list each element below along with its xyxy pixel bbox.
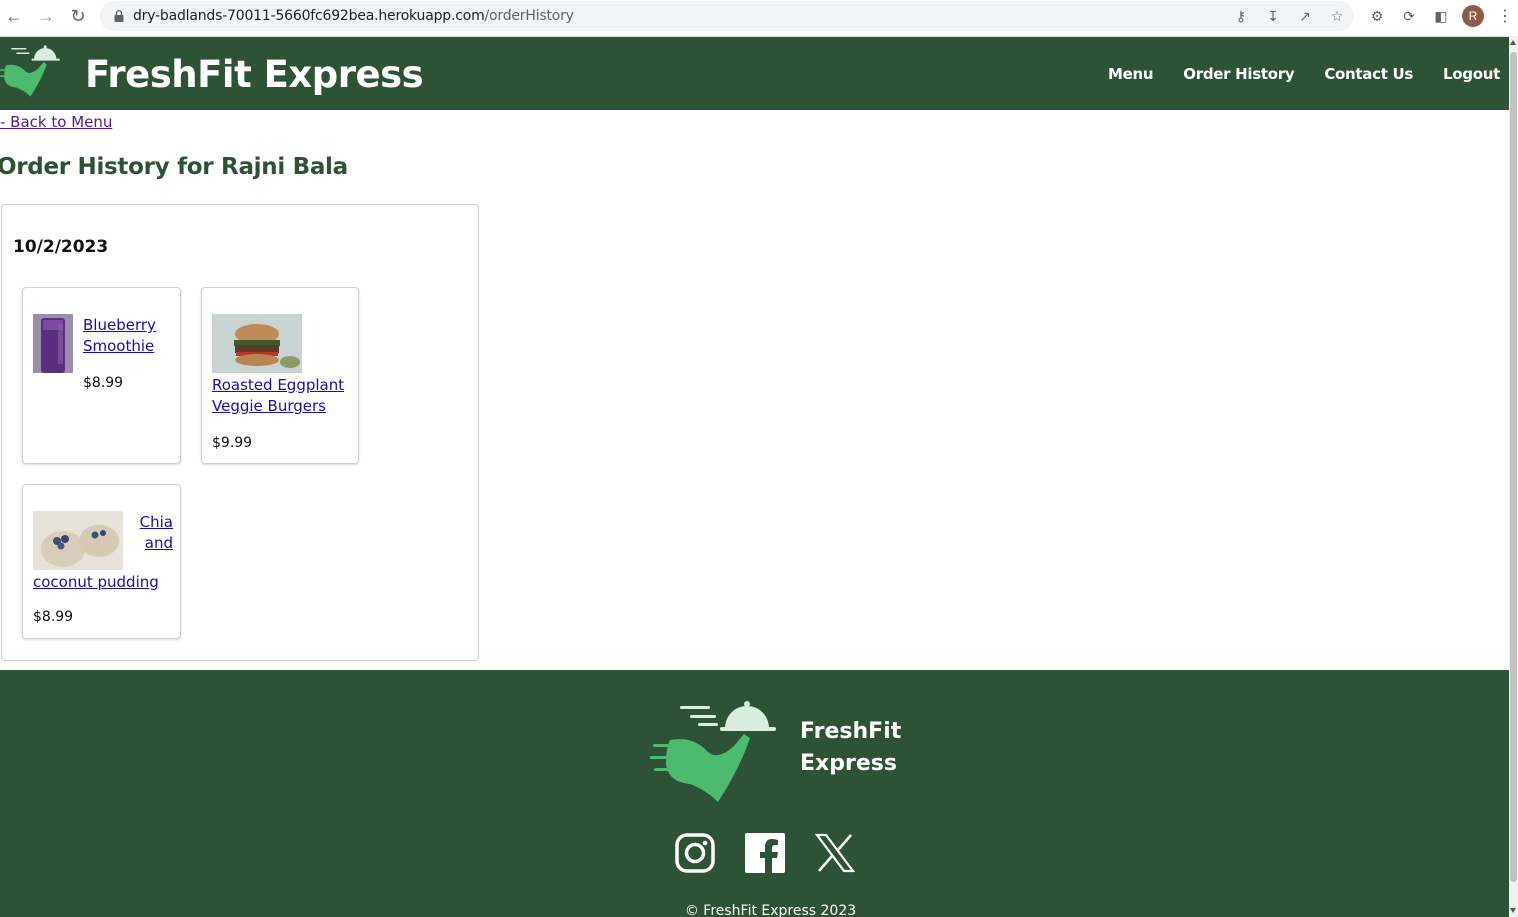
- footer-brand: FreshFit Express: [800, 719, 902, 776]
- item-price: $8.99: [83, 375, 124, 391]
- sidepanel-icon[interactable]: ◧: [1430, 5, 1452, 27]
- scrollbar[interactable]: [1509, 36, 1518, 917]
- main-nav: Menu Order History Contact Us Logout: [1108, 65, 1500, 83]
- nav-menu[interactable]: Menu: [1108, 65, 1154, 83]
- x-icon[interactable]: [814, 833, 856, 873]
- social-links: [675, 833, 856, 873]
- item-link-continued[interactable]: coconut pudding: [33, 572, 159, 593]
- item-link[interactable]: Chia and: [133, 512, 173, 554]
- forward-arrow-icon[interactable]: →: [33, 4, 59, 30]
- veggie-burger-image[interactable]: [212, 314, 302, 373]
- avatar[interactable]: R: [1462, 5, 1484, 27]
- site-footer: FreshFit Express © FreshFit Express 2023: [0, 670, 1509, 917]
- scroll-down-icon[interactable]: [1510, 908, 1516, 913]
- chia-pudding-image[interactable]: [33, 511, 123, 570]
- copyright: © FreshFit Express 2023: [684, 903, 857, 917]
- site-title[interactable]: FreshFit Express: [85, 53, 424, 96]
- order-item: Blueberry Smoothie $8.99: [22, 287, 181, 464]
- item-link[interactable]: Blueberry Smoothie: [83, 315, 173, 357]
- nav-logout[interactable]: Logout: [1443, 65, 1500, 83]
- logo-icon: [650, 701, 776, 802]
- sync-icon[interactable]: ⟳: [1398, 5, 1420, 27]
- back-arrow-icon[interactable]: ←: [1, 4, 27, 30]
- scroll-up-icon[interactable]: [1510, 40, 1516, 45]
- share-icon[interactable]: ↗: [1296, 7, 1314, 25]
- more-menu-icon[interactable]: ⋮: [1497, 5, 1513, 27]
- reload-icon[interactable]: ↻: [65, 4, 91, 30]
- star-icon[interactable]: ☆: [1328, 7, 1346, 25]
- browser-toolbar: ← → ↻ dry-badlands-70011-5660fc692bea.he…: [0, 0, 1518, 33]
- logo-icon[interactable]: [0, 37, 68, 99]
- url-text: dry-badlands-70011-5660fc692bea.herokuap…: [133, 8, 574, 24]
- blueberry-smoothie-image[interactable]: [33, 314, 73, 373]
- extensions-icon[interactable]: ⚙: [1366, 5, 1388, 27]
- item-link[interactable]: Roasted Eggplant Veggie Burgers: [212, 375, 352, 417]
- lock-icon: [114, 10, 124, 22]
- facebook-icon[interactable]: [745, 833, 785, 873]
- order-date: 10/2/2023: [13, 237, 109, 257]
- instagram-icon[interactable]: [675, 833, 715, 873]
- back-to-menu-link[interactable]: - Back to Menu: [0, 113, 112, 131]
- item-price: $8.99: [33, 609, 74, 625]
- address-bar[interactable]: dry-badlands-70011-5660fc692bea.herokuap…: [100, 1, 1354, 31]
- order-item: Roasted Eggplant Veggie Burgers $9.99: [201, 287, 359, 464]
- order-item: Chia and coconut pudding $8.99: [22, 484, 181, 639]
- item-price: $9.99: [212, 435, 253, 451]
- nav-contact-us[interactable]: Contact Us: [1324, 65, 1413, 83]
- nav-order-history[interactable]: Order History: [1183, 65, 1294, 83]
- site-header: FreshFit Express Menu Order History Cont…: [0, 37, 1509, 110]
- scrollbar-thumb[interactable]: [1510, 52, 1517, 882]
- order-card: 10/2/2023 Blueberry Smoothie $8.99 Roast…: [1, 204, 479, 661]
- install-icon[interactable]: ↧: [1264, 7, 1282, 25]
- page-viewport: FreshFit Express Menu Order History Cont…: [0, 36, 1509, 917]
- page-title: Order History for Rajni Bala: [0, 154, 348, 180]
- key-icon[interactable]: ⚷: [1232, 7, 1250, 25]
